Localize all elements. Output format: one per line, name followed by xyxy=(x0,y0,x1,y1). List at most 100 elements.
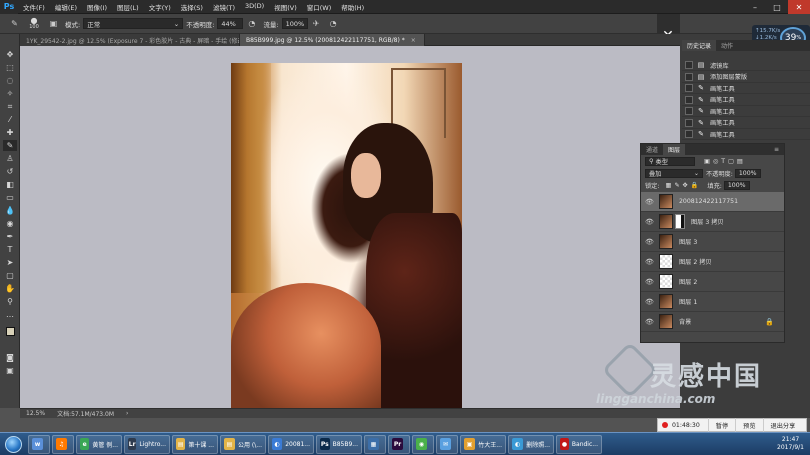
menu-item-4[interactable]: 文字(Y) xyxy=(144,2,176,12)
taskbar-item[interactable]: ◐ 20081... xyxy=(268,434,314,454)
tab-document-1[interactable]: 1YK_29542-2.jpg @ 12.5% (Exposure 7 - 彩色… xyxy=(20,34,240,46)
history-snapshot-checkbox[interactable] xyxy=(685,130,693,138)
tab-channels[interactable]: 通道 xyxy=(641,144,663,155)
eye-icon[interactable]: 👁 xyxy=(645,218,655,226)
brush-size-picker[interactable]: ● 100 xyxy=(23,16,45,32)
layer-thumbnail[interactable] xyxy=(659,274,673,289)
move-tool-icon[interactable]: ✥ xyxy=(3,49,17,60)
canvas-area[interactable] xyxy=(20,46,680,409)
ps-logo-icon[interactable]: Ps xyxy=(0,0,18,14)
start-button[interactable] xyxy=(0,433,26,455)
fill-input[interactable]: 100% xyxy=(723,180,750,190)
history-snapshot-checkbox[interactable] xyxy=(685,84,693,92)
mode-select[interactable]: 正常 ⌄ xyxy=(83,18,184,29)
history-item[interactable]: ✎ 画笔工具 xyxy=(682,95,810,106)
menu-item-9[interactable]: 窗口(W) xyxy=(302,2,337,12)
pause-button[interactable]: 暂停 xyxy=(707,418,735,432)
tab-document-2[interactable]: B85B999.jpg @ 12.5% (200812422117751, RG… xyxy=(240,34,425,46)
layer-row[interactable]: 👁 图层 1 xyxy=(641,292,784,312)
pressure-opacity-icon[interactable]: ◔ xyxy=(246,18,257,29)
menu-item-1[interactable]: 编辑(E) xyxy=(50,2,82,12)
taskbar-item[interactable]: ◐ 删除照... xyxy=(508,434,554,454)
maximize-icon[interactable]: □ xyxy=(766,0,788,14)
layer-row[interactable]: 👁 背景 🔒 xyxy=(641,312,784,332)
clock[interactable]: 21:47 2017/9/1 xyxy=(777,436,804,452)
hand-tool-icon[interactable]: ✋ xyxy=(3,283,17,294)
eye-icon[interactable]: 👁 xyxy=(645,298,655,306)
close-icon[interactable]: × xyxy=(411,37,416,44)
history-item[interactable]: ▤ 添加图层蒙版 xyxy=(682,72,810,83)
layer-thumbnail[interactable] xyxy=(659,294,673,309)
history-snapshot-checkbox[interactable] xyxy=(685,72,693,81)
taskbar-item[interactable]: ▦ xyxy=(364,434,386,454)
layer-opacity-input[interactable]: 100% xyxy=(734,168,761,178)
color-swatches[interactable] xyxy=(3,324,17,338)
history-snapshot-checkbox[interactable] xyxy=(685,107,693,115)
layer-thumbnail[interactable] xyxy=(659,254,673,269)
layer-thumbnail[interactable] xyxy=(659,194,673,209)
eye-icon[interactable]: 👁 xyxy=(645,278,655,286)
airbrush-icon[interactable]: ✈ xyxy=(311,18,322,29)
brush-panel-icon[interactable]: ▣ xyxy=(48,18,59,29)
layer-row[interactable]: 👁 图层 3 拷贝 xyxy=(641,212,784,232)
layer-thumbnail[interactable] xyxy=(659,314,673,329)
screen-mode-icon[interactable]: ▣ xyxy=(3,365,17,376)
menu-item-2[interactable]: 图像(I) xyxy=(82,2,112,12)
healing-tool-icon[interactable]: ✚ xyxy=(3,127,17,138)
history-item[interactable]: ✎ 画笔工具 xyxy=(682,129,810,140)
history-snapshot-checkbox[interactable] xyxy=(685,61,693,69)
eye-icon[interactable]: 👁 xyxy=(645,258,655,266)
minimize-icon[interactable]: – xyxy=(744,0,766,14)
menu-item-3[interactable]: 图层(L) xyxy=(112,2,144,12)
blur-tool-icon[interactable]: 💧 xyxy=(3,205,17,216)
exit-share-button[interactable]: 退出分享 xyxy=(762,418,803,432)
lock-icons[interactable]: ▦✎✥🔒 xyxy=(665,181,701,189)
brush-preset-icon[interactable]: ✎ xyxy=(9,18,20,29)
zoom-level[interactable]: 12.5% xyxy=(20,410,51,417)
eyedropper-tool-icon[interactable]: ⁄ xyxy=(3,114,17,125)
taskbar-item[interactable]: ▤ 公用 (\... xyxy=(220,434,266,454)
pen-tool-icon[interactable]: ✒ xyxy=(3,231,17,242)
layer-thumbnail[interactable] xyxy=(659,234,673,249)
taskbar-item[interactable]: Ps B85B9... xyxy=(316,434,362,454)
taskbar-item[interactable]: w xyxy=(28,434,50,454)
taskbar-item[interactable]: Lr Lightro... xyxy=(124,434,170,454)
doc-size[interactable]: 文档:57.1M/473.0M xyxy=(51,409,120,418)
history-snapshot-checkbox[interactable] xyxy=(685,118,693,127)
opacity-input[interactable]: 44% xyxy=(217,18,244,29)
blend-mode-select[interactable]: 叠加 ⌄ xyxy=(645,168,703,178)
quick-select-tool-icon[interactable]: ✧ xyxy=(3,88,17,99)
menu-item-10[interactable]: 帮助(H) xyxy=(336,2,369,12)
marquee-tool-icon[interactable]: ⬚ xyxy=(3,62,17,73)
history-item[interactable]: ▤ 滤镜库 xyxy=(682,60,810,71)
gradient-tool-icon[interactable]: ▭ xyxy=(3,192,17,203)
more-tools-icon[interactable]: … xyxy=(3,309,17,320)
tab-layers[interactable]: 图层 xyxy=(663,144,686,155)
taskbar-item[interactable]: e 黄管 例... xyxy=(76,434,122,454)
zoom-tool-icon[interactable]: ⚲ xyxy=(3,296,17,307)
shape-tool-icon[interactable]: ▢ xyxy=(3,270,17,281)
stamp-tool-icon[interactable]: ♙ xyxy=(3,153,17,164)
layer-row[interactable]: 👁 图层 3 xyxy=(641,232,784,252)
layer-row[interactable]: 👁 图层 2 拷贝 xyxy=(641,252,784,272)
menu-item-5[interactable]: 选择(S) xyxy=(176,2,208,12)
taskbar-item[interactable]: ◉ xyxy=(412,434,434,454)
panel-menu-icon[interactable]: ≡ xyxy=(769,144,784,155)
lasso-tool-icon[interactable]: ◌ xyxy=(3,75,17,86)
foreground-color-icon[interactable] xyxy=(5,326,15,336)
type-tool-icon[interactable]: T xyxy=(3,244,17,255)
preview-button[interactable]: 预览 xyxy=(735,418,762,432)
quick-mask-icon[interactable]: ◙ xyxy=(3,352,17,363)
history-item[interactable]: ✎ 画笔工具 xyxy=(682,118,810,129)
eye-icon[interactable]: 👁 xyxy=(645,318,655,326)
history-snapshot-checkbox[interactable] xyxy=(685,95,693,104)
close-icon[interactable]: ✕ xyxy=(788,0,810,14)
taskbar-item[interactable]: ● Bandic... xyxy=(556,434,602,454)
eraser-tool-icon[interactable]: ◧ xyxy=(3,179,17,190)
flow-input[interactable]: 100% xyxy=(281,18,308,29)
crop-tool-icon[interactable]: ⌗ xyxy=(3,101,17,112)
taskbar-item[interactable]: ▣ 竹大王... xyxy=(460,434,506,454)
lock-icon[interactable]: 🔒 xyxy=(765,318,774,326)
chevron-right-icon[interactable]: › xyxy=(120,410,134,417)
eye-icon[interactable]: 👁 xyxy=(645,238,655,246)
